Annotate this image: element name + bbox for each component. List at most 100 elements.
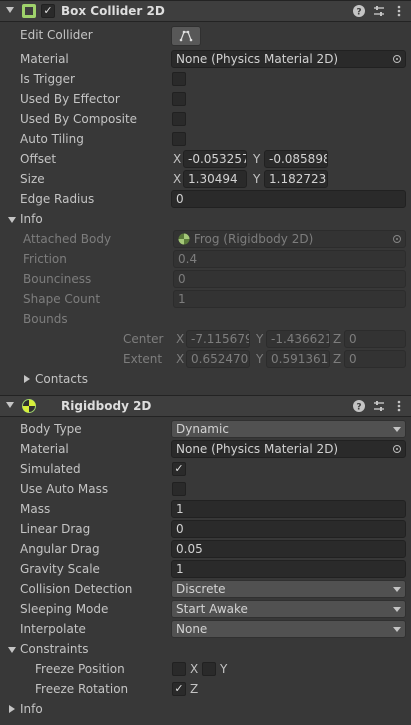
bounciness-row: Bounciness 0 [0,269,411,289]
linear-drag-field[interactable]: 0 [171,520,406,538]
contacts-label: Contacts [35,372,88,386]
linear-drag-row: Linear Drag 0 [0,519,411,539]
offset-y-axis-label[interactable]: Y [253,152,260,166]
interpolate-dropdown[interactable]: None [171,620,406,638]
size-y-axis-label[interactable]: Y [253,172,260,186]
rigidbody-small-icon [178,233,190,245]
freeze-position-y-checkbox[interactable] [202,662,216,676]
object-picker-icon[interactable] [393,55,401,63]
size-y-field[interactable]: 1.182723 [264,170,328,188]
used-by-composite-row: Used By Composite [0,109,411,129]
collapse-arrow-icon[interactable] [6,7,14,13]
collision-detection-dropdown[interactable]: Discrete [171,580,406,598]
offset-x-axis-label[interactable]: X [173,152,181,166]
constraints-label: Constraints [20,642,89,656]
edit-collider-button[interactable] [171,26,201,46]
help-icon[interactable]: ? [353,4,365,18]
used-by-composite-checkbox[interactable] [172,112,186,126]
simulated-checkbox[interactable]: ✓ [172,462,186,476]
freeze-position-label: Freeze Position [35,662,125,676]
interpolate-value: None [176,622,208,636]
angular-drag-field[interactable]: 0.05 [171,540,406,558]
constraints-expanded-arrow-icon[interactable] [8,647,16,653]
edit-collider-label: Edit Collider [20,28,93,42]
auto-tiling-checkbox[interactable] [172,132,186,146]
presets-icon[interactable] [373,399,385,413]
freeze-position-x-checkbox[interactable] [172,662,186,676]
edit-collider-row: Edit Collider [0,24,411,48]
material-value: None (Physics Material 2D) [176,442,339,456]
body-type-dropdown[interactable]: Dynamic [171,420,406,438]
rigidbody-icon [22,399,36,416]
attached-body-value: Frog (Rigidbody 2D) [193,232,314,246]
size-x-field[interactable]: 1.30494 [183,170,247,188]
is-trigger-label: Is Trigger [20,72,75,86]
sleeping-mode-dropdown[interactable]: Start Awake [171,600,406,618]
friction-field: 0.4 [173,250,406,268]
friction-row: Friction 0.4 [0,249,411,269]
gravity-scale-row: Gravity Scale 1 [0,559,411,579]
help-icon[interactable]: ? [353,399,365,413]
material-field[interactable]: None (Physics Material 2D) [171,50,406,68]
component-enabled-checkbox[interactable]: ✓ [41,4,55,18]
mass-field[interactable]: 1 [171,500,406,518]
shape-count-label: Shape Count [23,292,101,306]
used-by-effector-checkbox[interactable] [172,92,186,106]
collapse-arrow-icon[interactable] [6,402,14,408]
extent-z-field: 0 [344,350,406,368]
box-collider-icon [22,4,36,18]
extent-x-axis-label: X [176,352,185,366]
bounds-label: Bounds [23,312,68,326]
friction-label: Friction [23,252,67,266]
center-x-field: -7.115679 [186,330,250,348]
size-row: Size X 1.30494 Y 1.182723 [0,169,411,189]
use-auto-mass-checkbox[interactable] [172,482,186,496]
size-x-axis-label[interactable]: X [173,172,181,186]
object-picker-icon[interactable] [393,445,401,453]
center-z-axis-label: Z [333,332,342,346]
component-title: Box Collider 2D [61,4,165,18]
kebab-menu-icon[interactable] [393,399,405,413]
freeze-rotation-z-checkbox[interactable]: ✓ [172,682,186,696]
gravity-scale-label: Gravity Scale [20,562,100,576]
edge-radius-field[interactable]: 0 [171,190,406,208]
chevron-down-icon [393,607,401,612]
center-y-axis-label: Y [256,332,264,346]
simulated-label: Simulated [20,462,81,476]
info-collapsed-arrow-icon[interactable] [9,705,15,713]
presets-icon[interactable] [373,4,385,18]
gravity-scale-field[interactable]: 1 [171,560,406,578]
offset-y-field[interactable]: -0.085898 [264,150,328,168]
center-z-field: 0 [344,330,406,348]
collision-detection-label: Collision Detection [20,582,133,596]
is-trigger-row: Is Trigger [0,69,411,89]
rb-material-row: Material None (Physics Material 2D) [0,439,411,459]
freeze-position-x-label: X [190,662,199,676]
freeze-position-row: Freeze Position X Y [0,659,411,679]
material-label: Material [20,52,69,66]
info-label: Info [20,212,43,226]
kebab-menu-icon[interactable] [393,4,405,18]
chevron-down-icon [393,627,401,632]
freeze-position-y-label: Y [220,662,228,676]
freeze-rotation-label: Freeze Rotation [35,682,129,696]
rb-info-foldout[interactable]: Info [0,699,411,719]
contacts-collapsed-arrow-icon[interactable] [24,375,30,383]
info-expanded-arrow-icon[interactable] [8,217,16,223]
constraints-foldout[interactable]: Constraints [0,639,411,659]
box-collider-header[interactable]: ✓ Box Collider 2D ? [0,0,411,22]
auto-tiling-label: Auto Tiling [20,132,84,146]
info-foldout[interactable]: Info [0,209,411,229]
material-label: Material [20,442,69,456]
extent-row: Extent X 0.6524701 Y 0.5913613 Z 0 [0,349,411,369]
offset-x-field[interactable]: -0.053257 [183,150,247,168]
chevron-down-icon [393,427,401,432]
rb-material-field[interactable]: None (Physics Material 2D) [171,440,406,458]
contacts-foldout[interactable]: Contacts [0,369,411,389]
extent-z-axis-label: Z [333,352,342,366]
rigidbody-header[interactable]: Rigidbody 2D ? [0,395,411,417]
is-trigger-checkbox[interactable] [172,72,186,86]
freeze-rotation-row: Freeze Rotation ✓ Z [0,679,411,699]
size-label: Size [20,172,45,186]
simulated-row: Simulated ✓ [0,459,411,479]
